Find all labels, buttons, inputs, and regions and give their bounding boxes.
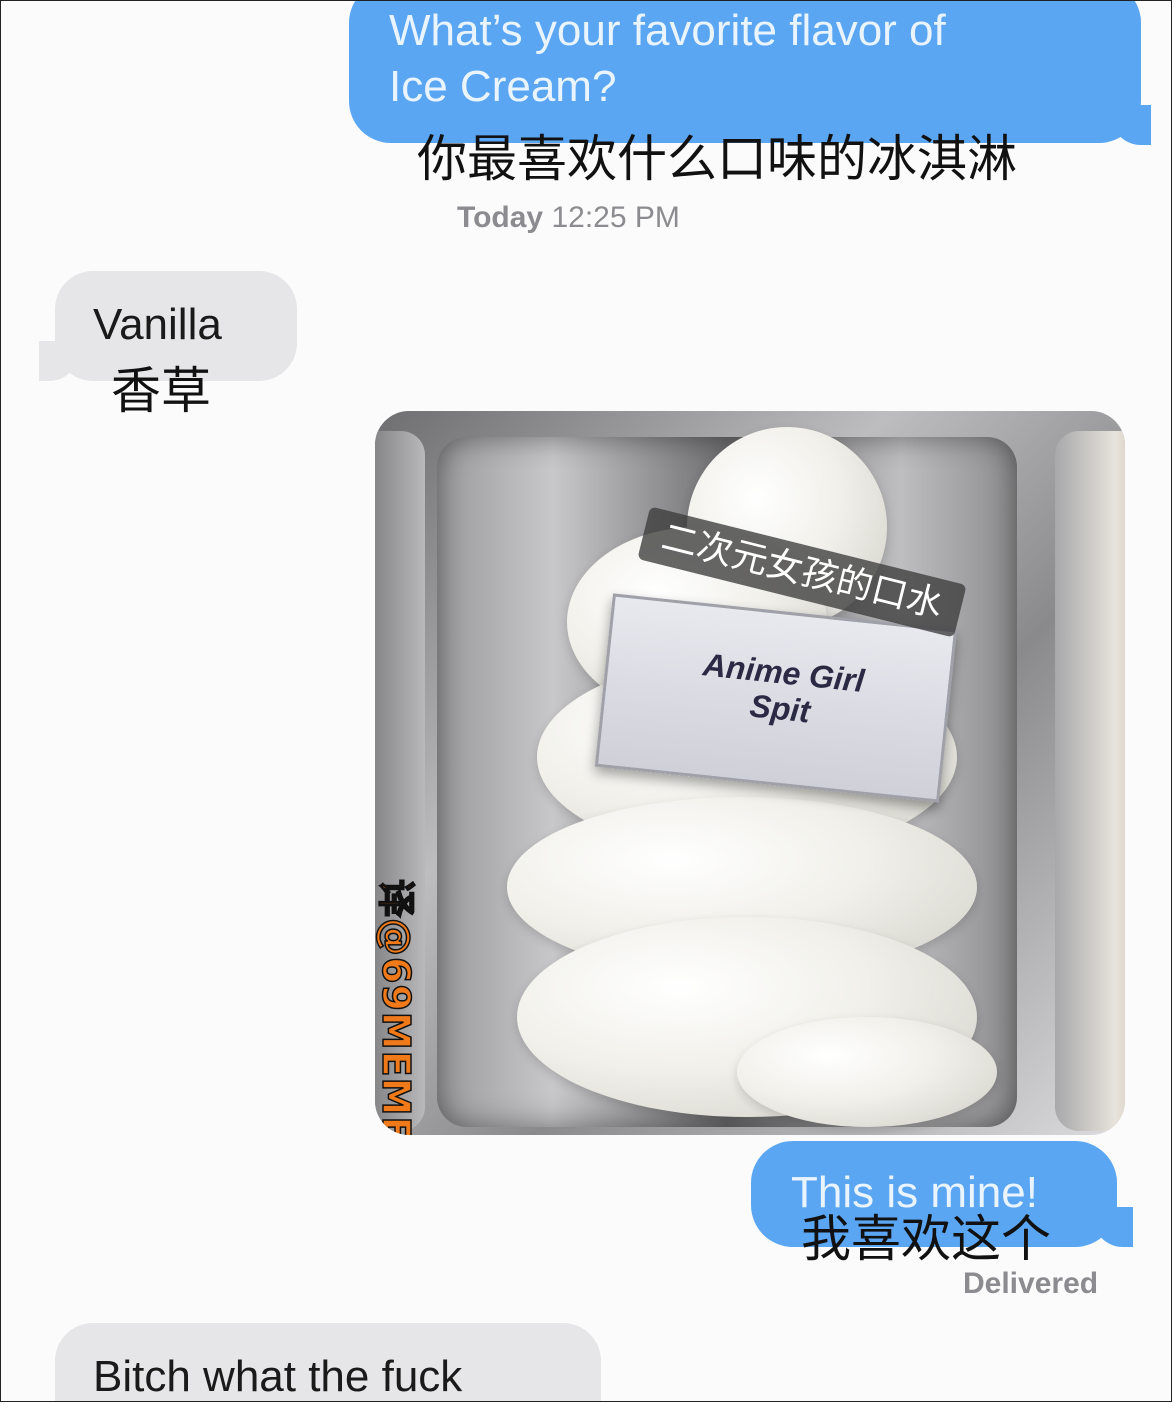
timestamp-time: 12:25 PM: [551, 201, 680, 234]
timestamp-day: Today: [457, 201, 544, 234]
flavor-sign-text: Anime Girl Spit: [701, 646, 867, 730]
incoming-message-bubble[interactable]: Bitch what the fuck: [55, 1323, 601, 1401]
ice-cream-photo[interactable]: Anime Girl Spit 二次元女孩的口水 译@69MEME: [375, 411, 1125, 1135]
message-text: Bitch what the fuck: [93, 1352, 463, 1401]
outgoing-message-bubble[interactable]: What’s your favorite flavor of Ice Cream…: [349, 1, 1141, 143]
timestamp: Today 12:25 PM: [457, 201, 680, 235]
message-thread: What’s your favorite flavor of Ice Cream…: [0, 0, 1172, 1402]
translation-caption: 你最喜欢什么口味的冰淇淋: [417, 130, 1017, 188]
message-text: Vanilla: [93, 300, 222, 349]
translation-caption: 我喜欢这个: [801, 1210, 1051, 1268]
watermark: 译@69MEME: [375, 878, 419, 1135]
message-text-line: What’s your favorite flavor of: [389, 6, 946, 55]
ice-cream-swirl: [737, 1017, 997, 1127]
message-text-line: Ice Cream?: [389, 62, 617, 111]
bubble-tail: [1093, 1207, 1133, 1247]
delivery-status: Delivered: [963, 1267, 1099, 1300]
bubble-tail: [1111, 105, 1151, 145]
adjacent-tray: [1055, 431, 1125, 1131]
translation-caption: 香草: [111, 362, 211, 420]
